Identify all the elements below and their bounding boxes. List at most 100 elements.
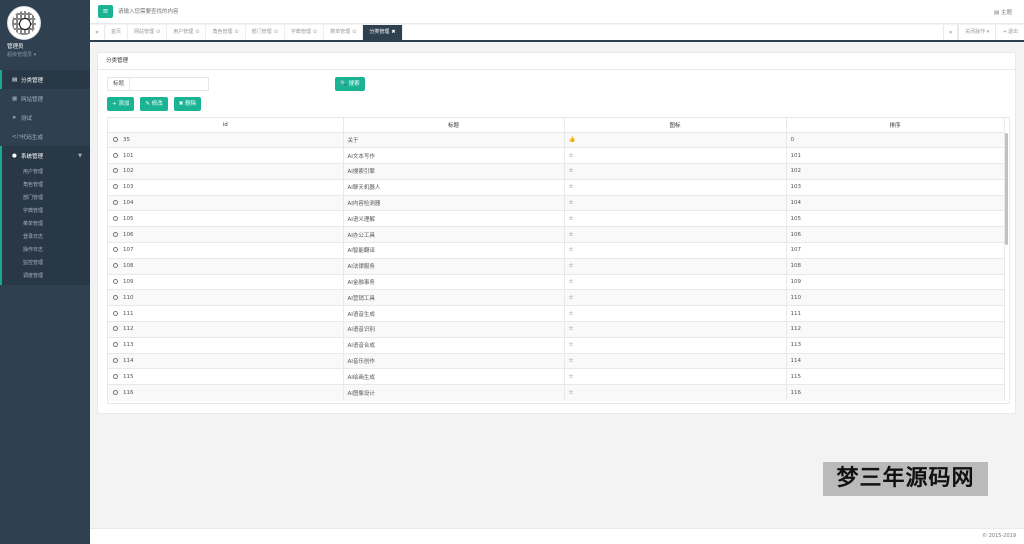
close-actions-dropdown[interactable]: 关闭操作 ▾ xyxy=(958,25,995,40)
tab-website[interactable]: 网站管理 ⊙ xyxy=(128,25,168,40)
subnav-item-users[interactable]: 用户管理 xyxy=(2,166,90,179)
row-radio[interactable] xyxy=(113,184,118,190)
footer: © 2015-2019 xyxy=(90,528,1024,544)
row-radio[interactable] xyxy=(113,294,118,300)
table-row[interactable]: 35 关于 👍 0 xyxy=(108,131,1005,148)
subnav-item-menus[interactable]: 菜单管理 xyxy=(2,218,90,231)
close-icon[interactable]: ⊙ xyxy=(274,29,278,35)
add-button[interactable]: + 添加 xyxy=(107,97,135,111)
table-row[interactable]: 115 AI绘画生成 ☆ 115 xyxy=(108,368,1005,385)
row-radio[interactable] xyxy=(113,373,118,379)
table-row[interactable]: 106 AI办公工具 ☆ 106 xyxy=(108,226,1005,243)
sidebar-item-codegen[interactable]: </> 代码生成 xyxy=(0,127,90,146)
row-radio[interactable] xyxy=(113,310,118,316)
table-row[interactable]: 109 AI金融事务 ☆ 109 xyxy=(108,273,1005,290)
cell-id: 113 xyxy=(108,336,344,354)
subnav-item-scheduler[interactable]: 调度管理 xyxy=(2,270,90,283)
table-row[interactable]: 105 AI语义理解 ☆ 105 xyxy=(108,210,1005,227)
exit-button[interactable]: ⇥ 退出 xyxy=(995,25,1024,40)
row-id: 112 xyxy=(123,326,134,333)
sidebar: 管理员 超级管理员 ▾ ▤ 分类管理 ▦ 网站管理 ➤ 测试 </> 代码生成 … xyxy=(0,0,90,544)
close-icon[interactable]: ⊙ xyxy=(352,29,356,35)
sidebar-item-system[interactable]: ● 系统管理 ▼ xyxy=(0,146,90,165)
tab-home[interactable]: 首页 xyxy=(105,25,129,40)
cell-sort: 111 xyxy=(786,305,1005,322)
cell-icon: ☆ xyxy=(564,321,787,338)
table-scrollbar[interactable] xyxy=(1005,133,1008,245)
row-radio[interactable] xyxy=(113,136,118,142)
table-row[interactable]: 110 AI营销工具 ☆ 110 xyxy=(108,289,1005,306)
tab-label: 首页 xyxy=(111,29,122,35)
row-radio[interactable] xyxy=(113,200,118,206)
subnav-item-dictionary[interactable]: 字典管理 xyxy=(2,205,90,218)
sidebar-item-category[interactable]: ▤ 分类管理 xyxy=(0,70,90,89)
star-icon: ☆ xyxy=(568,247,574,254)
search-button[interactable]: 🔍 搜索 xyxy=(335,77,365,91)
column-header-sort[interactable]: 排序 xyxy=(786,118,1005,133)
tab-scroll-left-button[interactable]: « xyxy=(90,25,105,40)
table-row[interactable]: 113 AI语音合成 ☆ 113 xyxy=(108,336,1005,354)
tab-roles[interactable]: 角色管理 ⊙ xyxy=(206,25,246,40)
row-radio[interactable] xyxy=(113,326,118,332)
global-search-input[interactable] xyxy=(118,6,318,18)
row-radio[interactable] xyxy=(113,247,118,253)
table-row[interactable]: 103 AI聊天机器人 ☆ 103 xyxy=(108,178,1005,196)
table-row[interactable]: 112 AI语音识别 ☆ 112 xyxy=(108,321,1005,338)
sidebar-item-website[interactable]: ▦ 网站管理 xyxy=(0,89,90,108)
row-radio[interactable] xyxy=(113,152,118,158)
row-radio[interactable] xyxy=(113,389,118,395)
cell-icon: ☆ xyxy=(564,336,787,354)
close-icon[interactable]: ✖ xyxy=(391,29,395,35)
table-row[interactable]: 101 AI文本写作 ☆ 101 xyxy=(108,147,1005,164)
table-row[interactable]: 111 AI语音生成 ☆ 111 xyxy=(108,305,1005,322)
tab-dictionary[interactable]: 字典管理 ⊙ xyxy=(285,25,325,40)
exit-label: 退出 xyxy=(1007,29,1018,35)
close-icon[interactable]: ⊙ xyxy=(313,29,317,35)
column-header-id[interactable]: id xyxy=(108,118,344,133)
row-radio[interactable] xyxy=(113,168,118,174)
star-icon: ☆ xyxy=(568,263,574,270)
row-radio[interactable] xyxy=(113,279,118,285)
avatar[interactable] xyxy=(7,6,41,40)
edit-button[interactable]: ✎ 修改 xyxy=(140,97,168,111)
row-radio[interactable] xyxy=(113,215,118,221)
delete-button[interactable]: ✖ 删除 xyxy=(173,97,202,111)
tab-departments[interactable]: 部门管理 ⊙ xyxy=(246,25,285,40)
cell-title: AI聊天机器人 xyxy=(343,178,565,196)
tab-users[interactable]: 用户管理 ⊙ xyxy=(167,25,207,40)
close-icon[interactable]: ⊙ xyxy=(195,29,199,35)
user-role-dropdown[interactable]: 超级管理员 ▾ xyxy=(7,51,90,58)
table-row[interactable]: 102 AI搜索引擎 ☆ 102 xyxy=(108,163,1005,180)
table-row[interactable]: 114 AI音乐创作 ☆ 114 xyxy=(108,352,1005,369)
star-icon: ☆ xyxy=(568,373,574,380)
tab-category[interactable]: 分类管理 ✖ xyxy=(363,25,403,40)
row-radio[interactable] xyxy=(113,263,118,269)
subnav-item-departments[interactable]: 部门管理 xyxy=(2,192,90,205)
table-row[interactable]: 107 AI智能翻译 ☆ 107 xyxy=(108,242,1005,259)
close-icon[interactable]: ⊙ xyxy=(156,29,160,35)
subnav-item-monitor[interactable]: 监控管理 xyxy=(2,257,90,270)
subnav-item-login-log[interactable]: 登录日志 xyxy=(2,231,90,244)
chevron-down-icon: ▼ xyxy=(78,152,82,159)
row-radio[interactable] xyxy=(113,231,118,237)
table-row[interactable]: 108 AI法律服务 ☆ 108 xyxy=(108,257,1005,275)
table-row[interactable]: 104 AI内容检测器 ☆ 104 xyxy=(108,194,1005,211)
tab-scroll-right-button[interactable]: » xyxy=(943,25,959,40)
tab-menus[interactable]: 菜单管理 ⊙ xyxy=(324,25,364,40)
title-search-input[interactable] xyxy=(129,77,209,91)
subnav-item-operation-log[interactable]: 操作日志 xyxy=(2,244,90,257)
subnav-item-roles[interactable]: 角色管理 xyxy=(2,179,90,192)
theme-button[interactable]: ▤ 主题 xyxy=(994,8,1012,16)
row-radio[interactable] xyxy=(113,342,118,348)
sidebar-item-test[interactable]: ➤ 测试 xyxy=(0,108,90,127)
column-header-icon[interactable]: 图标 xyxy=(564,118,787,133)
table-row[interactable]: 116 AI图像设计 ☆ 116 xyxy=(108,384,1005,401)
menu-toggle-button[interactable]: ≡ xyxy=(98,5,113,18)
star-icon: ☆ xyxy=(568,215,574,222)
cell-sort: 101 xyxy=(786,147,1005,164)
close-icon[interactable]: ⊙ xyxy=(234,29,238,35)
paper-plane-icon: ➤ xyxy=(12,114,17,121)
cell-id: 103 xyxy=(108,178,344,196)
column-header-title[interactable]: 标题 xyxy=(343,118,565,133)
row-radio[interactable] xyxy=(113,358,118,364)
